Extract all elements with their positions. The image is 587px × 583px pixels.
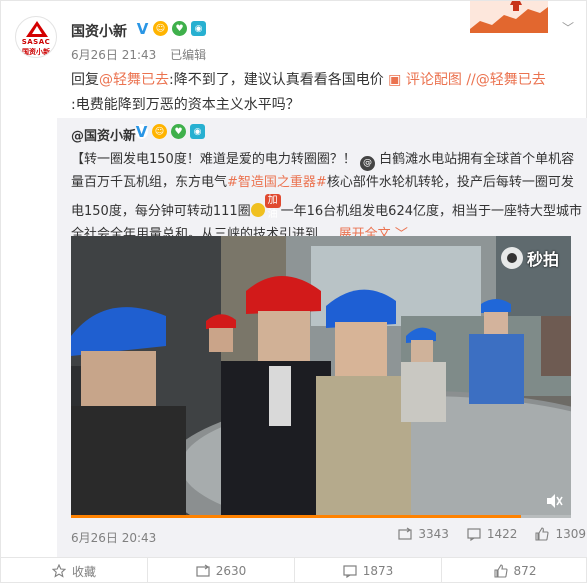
post-meta: 6月26日 21:43 已编辑 xyxy=(71,46,216,63)
avatar-logo-subtext: 国资小新 xyxy=(22,48,50,56)
author-badges: V ☺ ♥ ◉ xyxy=(136,20,206,38)
quoted-repost-button[interactable]: 3343 xyxy=(398,527,449,541)
quoted-like-button[interactable]: 1309 xyxy=(535,527,586,541)
like-count: 872 xyxy=(513,564,537,578)
hashtag-link[interactable]: #智造国之重器# xyxy=(227,175,327,190)
author-name[interactable]: 国资小新 xyxy=(71,21,127,41)
comment-button[interactable]: 1873 xyxy=(295,558,442,583)
vip-face-icon[interactable]: ☺ xyxy=(153,21,168,36)
like-button[interactable]: 872 xyxy=(442,558,587,583)
comment-count: 1873 xyxy=(362,564,394,578)
post-date[interactable]: 6月26日 21:43 xyxy=(71,48,156,62)
repost-button[interactable]: 2630 xyxy=(148,558,295,583)
video-brand-label: 秒拍 xyxy=(526,250,559,269)
camera-badge-icon[interactable]: ◉ xyxy=(190,124,205,139)
quoted-text: 【转一圈发电150度！难道是爱的电力转圈圈？！ @ 白鹤滩水电站拥有全球首个单机… xyxy=(71,148,586,246)
comment-icon xyxy=(467,528,481,541)
video-player[interactable]: 秒拍 xyxy=(71,236,571,518)
comment-pic-link[interactable]: ▣ 评论配图 xyxy=(388,72,462,88)
quoted-author-badges: V ☺ ♥ ◉ xyxy=(135,123,205,141)
dizzy-emoji-icon: @ xyxy=(359,156,375,171)
quoted-post: @国资小新 V ☺ ♥ ◉ 【转一圈发电150度！难道是爱的电力转圈圈？！ @ … xyxy=(57,118,587,557)
post-body: :降不到了，建议认真看看各国电价 xyxy=(169,72,384,88)
mention-link[interactable]: @轻舞已去 xyxy=(99,72,169,88)
heart-badge-icon[interactable]: ♥ xyxy=(172,21,187,36)
comment-pic-label: 评论配图 xyxy=(405,72,462,88)
quoted-author[interactable]: @国资小新 xyxy=(71,125,136,144)
video-progress-fill xyxy=(71,515,521,518)
post-text: 回复@轻舞已去:降不到了，建议认真看看各国电价 ▣ 评论配图 //@轻舞已去 :… xyxy=(71,68,571,118)
great-wall-decoration-icon xyxy=(470,1,548,33)
repost-count: 2630 xyxy=(215,564,247,578)
quoted-stats: 3343 1422 1309 xyxy=(380,527,586,541)
quoted-comment-count: 1422 xyxy=(486,527,518,541)
avatar-logo-text: SASAC xyxy=(21,38,51,46)
mute-icon[interactable] xyxy=(545,492,563,510)
repost-icon xyxy=(398,527,412,540)
video-progress-bar[interactable] xyxy=(71,515,571,518)
repost-chain-link[interactable]: //@轻舞已去 xyxy=(466,72,545,88)
quoted-comment-button[interactable]: 1422 xyxy=(467,527,518,541)
thumbs-up-icon xyxy=(535,527,550,541)
vip-face-icon[interactable]: ☺ xyxy=(152,124,167,139)
post-body-line2: :电费能降到万恶的资本主义水平吗？ xyxy=(71,97,300,113)
thumbs-up-icon xyxy=(493,564,508,578)
cheer-emoji-icon: 加油 xyxy=(264,194,281,220)
comment-icon xyxy=(343,565,357,578)
edited-label[interactable]: 已编辑 xyxy=(170,48,206,62)
eye-logo-icon xyxy=(500,247,523,269)
video-frame-image xyxy=(71,236,571,518)
quoted-repost-count: 3343 xyxy=(418,527,449,541)
quoted-like-count: 1309 xyxy=(555,527,586,541)
avatar[interactable]: SASAC 国资小新 xyxy=(15,16,57,58)
weibo-card: SASAC 国资小新 国资小新 V ☺ ♥ ◉ 6月26日 21:43 已编辑 … xyxy=(0,0,587,583)
image-icon: ▣ xyxy=(388,72,406,88)
miaopai-watermark: 秒拍 xyxy=(500,246,559,270)
reply-prefix: 回复 xyxy=(71,72,99,88)
favorite-button[interactable]: 收藏 xyxy=(1,558,148,583)
repost-icon xyxy=(196,564,210,577)
verified-v-icon[interactable]: V xyxy=(135,123,148,141)
camera-badge-icon[interactable]: ◉ xyxy=(191,21,206,36)
star-icon xyxy=(51,564,66,578)
favorite-label: 收藏 xyxy=(71,564,96,579)
heart-badge-icon[interactable]: ♥ xyxy=(171,124,186,139)
quoted-date[interactable]: 6月26日 20:43 xyxy=(71,529,156,546)
quoted-text-part1: 【转一圈发电150度！难道是爱的电力转圈圈？！ xyxy=(71,152,356,167)
fist-emoji-icon xyxy=(250,203,265,217)
sasac-logo-icon xyxy=(26,21,48,37)
action-bar: 收藏 2630 1873 872 xyxy=(1,557,587,583)
verified-v-icon[interactable]: V xyxy=(136,20,149,38)
chevron-down-icon[interactable]: ﹀ xyxy=(562,19,574,36)
